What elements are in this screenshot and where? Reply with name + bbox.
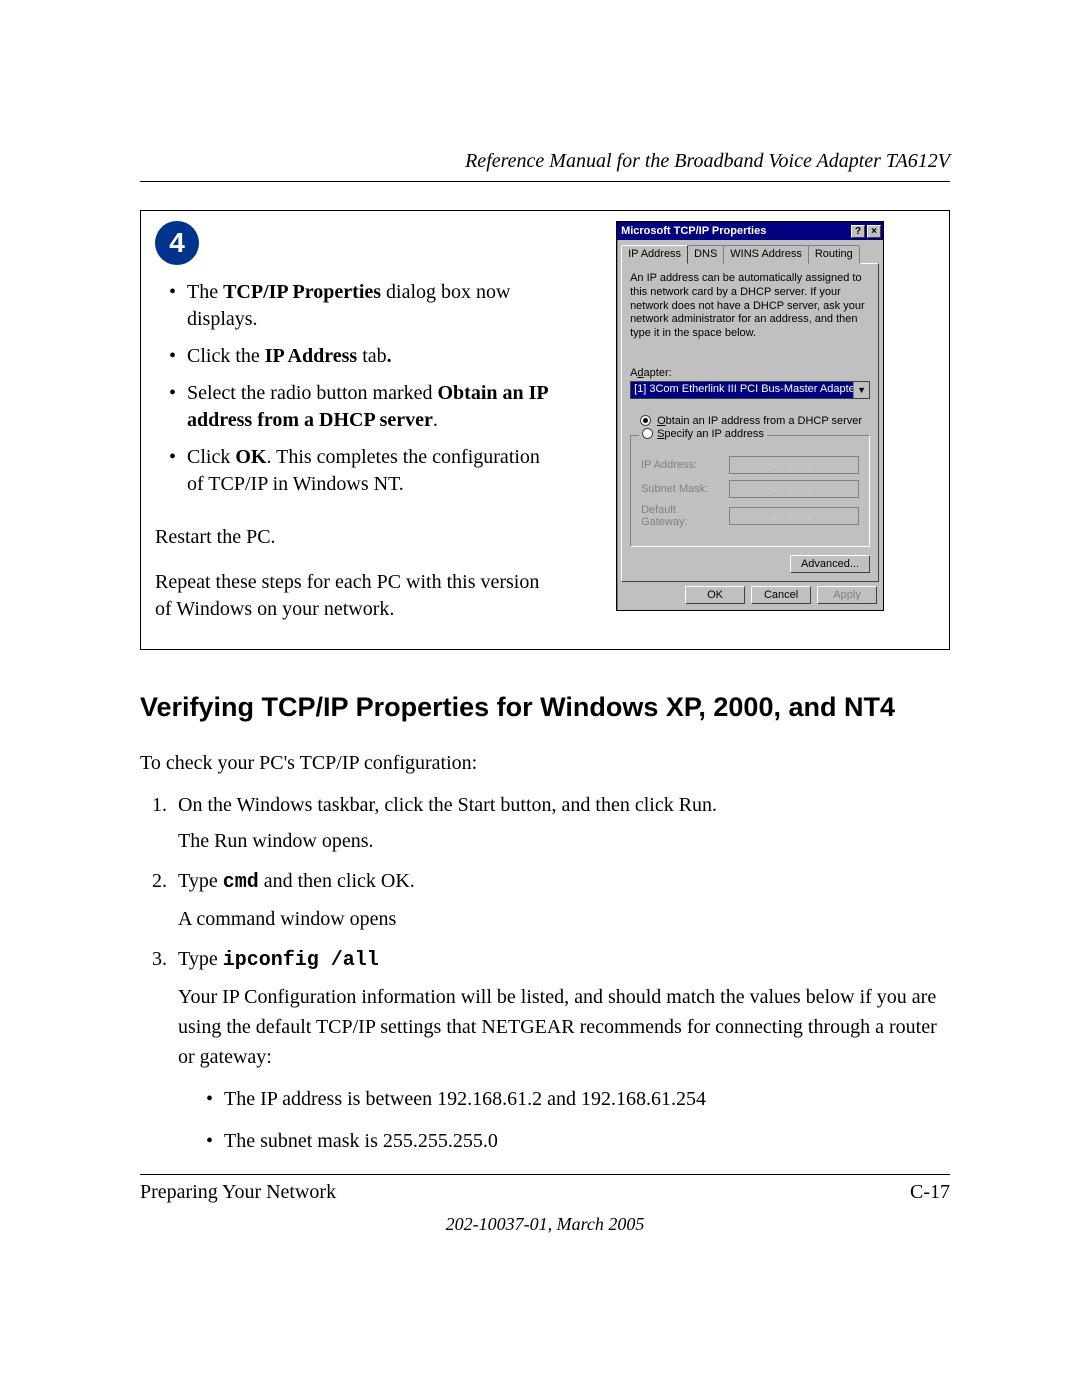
cmd-text: ipconfig /all [223, 949, 379, 972]
step-1: On the Windows taskbar, click the Start … [172, 790, 950, 856]
sub-subnet-mask: The subnet mask is 255.255.255.0 [206, 1126, 950, 1156]
text-bold: . [387, 345, 392, 367]
sub-ip-range: The IP address is between 192.168.61.2 a… [206, 1084, 950, 1114]
running-header: Reference Manual for the Broadband Voice… [140, 150, 950, 173]
adapter-label: Adapter: [630, 367, 870, 379]
dialog-title: Microsoft TCP/IP Properties [621, 225, 766, 237]
step-number-badge: 4 [155, 221, 199, 265]
step-1-result: The Run window opens. [178, 826, 950, 856]
radio-label: Obtain an IP address from a DHCP server [657, 415, 862, 427]
help-icon[interactable]: ? [851, 225, 865, 238]
text: Select the radio button marked [187, 382, 437, 404]
section-heading: Verifying TCP/IP Properties for Windows … [140, 692, 950, 723]
step-3-desc: Your IP Configuration information will b… [178, 982, 950, 1072]
radio-label: Specify an IP address [657, 428, 764, 440]
step-2-result: A command window opens [178, 904, 950, 934]
step-bullet-3: Select the radio button marked Obtain an… [173, 380, 555, 434]
step-bullet-1: The TCP/IP Properties dialog box now dis… [173, 279, 555, 333]
chevron-down-icon[interactable]: ▼ [853, 382, 869, 398]
advanced-button[interactable]: Advanced... [790, 555, 870, 573]
dialog-titlebar: Microsoft TCP/IP Properties ? × [617, 222, 883, 240]
text-bold: TCP/IP Properties [223, 281, 381, 303]
step-box: 4 The TCP/IP Properties dialog box now d… [140, 210, 950, 650]
tab-dns[interactable]: DNS [687, 245, 724, 264]
dialog-tabs: IP Address DNS WINS Address Routing [617, 240, 883, 263]
step-2-text: Type cmd and then click OK. [178, 870, 415, 892]
tab-wins[interactable]: WINS Address [723, 245, 809, 264]
section-intro: To check your PC's TCP/IP configuration: [140, 749, 950, 778]
step-repeat-text: Repeat these steps for each PC with this… [155, 569, 555, 623]
cancel-button[interactable]: Cancel [751, 586, 811, 604]
dialog-info-text: An IP address can be automatically assig… [630, 272, 870, 341]
default-gateway-label: Default Gateway: [641, 504, 725, 528]
close-icon[interactable]: × [867, 225, 881, 238]
footer-rule [140, 1174, 950, 1175]
subnet-mask-label: Subnet Mask: [641, 483, 725, 495]
tab-ip-address[interactable]: IP Address [621, 245, 688, 264]
radio-icon [640, 415, 651, 426]
default-gateway-field: . . . [729, 507, 859, 525]
default-gateway-row: Default Gateway: . . . [641, 504, 859, 528]
tab-routing[interactable]: Routing [808, 245, 860, 264]
footer-left: Preparing Your Network [140, 1181, 336, 1204]
ip-address-row: IP Address: . . . [641, 456, 859, 474]
titlebar-buttons: ? × [851, 225, 881, 238]
radio-specify-ip[interactable]: Specify an IP address [639, 428, 767, 440]
text-bold: IP Address [265, 345, 357, 367]
text: tab [357, 345, 386, 367]
step-2: Type cmd and then click OK. A command wi… [172, 866, 950, 934]
subnet-mask-field: . . . [729, 480, 859, 498]
step-bullet-2: Click the IP Address tab. [173, 343, 555, 370]
advanced-row: Advanced... [630, 555, 870, 573]
step-text-column: 4 The TCP/IP Properties dialog box now d… [141, 211, 561, 649]
radio-obtain-dhcp[interactable]: Obtain an IP address from a DHCP server [630, 405, 870, 429]
subnet-mask-row: Subnet Mask: . . . [641, 480, 859, 498]
adapter-selected-value: [1] 3Com Etherlink III PCI Bus-Master Ad… [631, 382, 853, 398]
text-bold: OK [235, 446, 266, 468]
text: Click [187, 446, 235, 468]
ip-address-field: . . . [729, 456, 859, 474]
text: . [433, 409, 438, 431]
text: Click the [187, 345, 265, 367]
apply-button[interactable]: Apply [817, 586, 877, 604]
footer-row: Preparing Your Network C-17 [140, 1181, 950, 1204]
step-3-sublist: The IP address is between 192.168.61.2 a… [178, 1084, 950, 1156]
step-bullet-4: Click OK. This completes the configurati… [173, 444, 555, 498]
header-rule [140, 181, 950, 182]
dialog-panel: An IP address can be automatically assig… [621, 263, 879, 582]
dialog-buttons: OK Cancel Apply [617, 586, 883, 610]
footer-center: 202-10037-01, March 2005 [140, 1214, 950, 1235]
radio-icon [642, 428, 653, 439]
footer-right: C-17 [910, 1181, 950, 1204]
step-restart-text: Restart the PC. [155, 524, 555, 551]
step-bullets: The TCP/IP Properties dialog box now dis… [155, 279, 555, 498]
step-figure-column: Microsoft TCP/IP Properties ? × IP Addre… [561, 211, 949, 649]
step-1-text: On the Windows taskbar, click the Start … [178, 794, 717, 816]
steps-list: On the Windows taskbar, click the Start … [140, 790, 950, 1156]
adapter-combobox[interactable]: [1] 3Com Etherlink III PCI Bus-Master Ad… [630, 381, 870, 399]
step-3-text: Type ipconfig /all [178, 948, 379, 970]
tcpip-dialog: Microsoft TCP/IP Properties ? × IP Addre… [616, 221, 884, 611]
ok-button[interactable]: OK [685, 586, 745, 604]
ip-address-label: IP Address: [641, 459, 725, 471]
text: The [187, 281, 223, 303]
specify-ip-group: Specify an IP address IP Address: . . . … [630, 435, 870, 547]
cmd-text: cmd [223, 871, 259, 894]
step-3: Type ipconfig /all Your IP Configuration… [172, 944, 950, 1156]
page: Reference Manual for the Broadband Voice… [0, 0, 1080, 1397]
